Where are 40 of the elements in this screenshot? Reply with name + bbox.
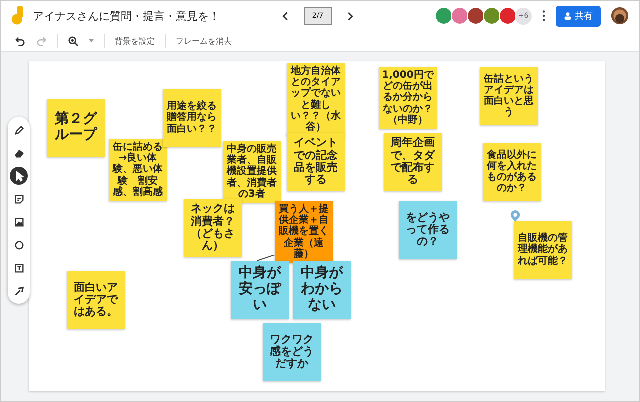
connector-line bbox=[257, 255, 275, 261]
sticky-note-icon bbox=[14, 194, 24, 204]
select-tool[interactable] bbox=[10, 167, 28, 185]
pointer-icon bbox=[14, 170, 24, 182]
board-title[interactable]: アイナスさんに質問・提言・意見を！ bbox=[33, 8, 273, 24]
sticky-note[interactable]: 缶に詰める →良い体験、悪い体験 割安感、割高感 bbox=[109, 139, 167, 201]
caret-icon[interactable] bbox=[89, 39, 94, 43]
sticky-note[interactable]: をどうやって作るの？ bbox=[399, 201, 457, 259]
text-box-icon bbox=[14, 262, 24, 274]
more-menu-icon[interactable] bbox=[542, 10, 546, 22]
sticky-note[interactable]: 自販機の管理機能があれば可能？ bbox=[514, 221, 572, 279]
zoom-icon[interactable] bbox=[68, 36, 79, 46]
whiteboard-canvas[interactable] bbox=[29, 61, 605, 391]
sticky-note[interactable]: 中身が安っぽい bbox=[231, 261, 289, 319]
sticky-note[interactable]: イベントでの記念品を販売する bbox=[287, 133, 345, 191]
share-button[interactable]: 共有 bbox=[556, 6, 601, 26]
previous-frame-icon[interactable] bbox=[281, 12, 290, 20]
sticky-note[interactable]: 面白いアイデアではある。 bbox=[67, 271, 125, 329]
undo-icon[interactable] bbox=[15, 36, 26, 46]
sticky-note[interactable]: ネックは消費者？（どもさん） bbox=[184, 199, 242, 257]
image-icon bbox=[14, 216, 24, 228]
set-background-button[interactable]: 背景を設定 bbox=[115, 36, 155, 46]
laser-icon bbox=[14, 286, 24, 296]
user-avatar[interactable] bbox=[611, 7, 629, 25]
sticky-note[interactable]: 第２グループ bbox=[47, 99, 105, 157]
eraser-icon bbox=[14, 148, 24, 158]
sticky-note[interactable]: 買う人＋提供企業＋自販機を置く企業（遠藤） bbox=[275, 201, 333, 263]
sticky-note[interactable]: 1,000円でどの缶が出るか分からないのか？（中野） bbox=[379, 67, 437, 129]
sticky-note[interactable]: ワクワク感をどうだすか bbox=[263, 323, 321, 381]
sticky-note[interactable]: 用途を絞る贈答用なら面白い？？ bbox=[163, 89, 221, 147]
next-frame-icon[interactable] bbox=[346, 12, 355, 20]
sticky-note[interactable]: 缶詰というアイデアは面白いと思う bbox=[480, 67, 538, 125]
pen-icon bbox=[14, 124, 24, 136]
sticky-note[interactable]: 周年企画で、タダで配布する bbox=[384, 133, 442, 191]
sticky-note[interactable]: 食品以外に何を入れたものがあるのか？ bbox=[483, 143, 541, 201]
sticky-note[interactable]: 中身の販売業者、自販機設置提供者、消費者の3者 bbox=[223, 141, 281, 203]
clear-frame-button[interactable]: フレームを消去 bbox=[176, 36, 232, 46]
person-icon bbox=[564, 12, 572, 20]
circle-icon bbox=[14, 240, 24, 250]
sticky-note[interactable]: 中身がわからない bbox=[293, 261, 351, 319]
